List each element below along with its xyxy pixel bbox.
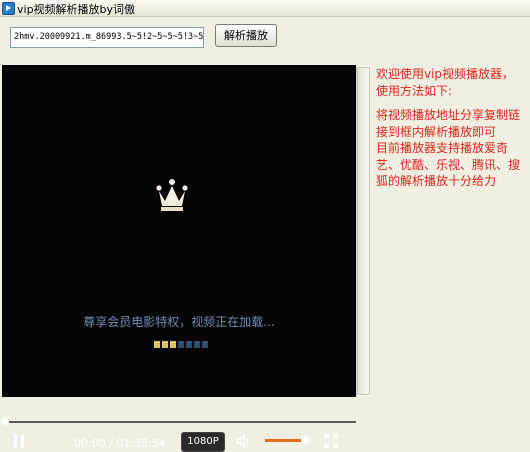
- loading-dot: [178, 341, 184, 348]
- progress-handle[interactable]: [2, 418, 9, 425]
- loading-indicator: [154, 341, 208, 349]
- progress-bar[interactable]: [4, 421, 356, 423]
- welcome-text: 欢迎使用vip视频播放器，使用方法如下:: [376, 67, 515, 98]
- current-time: 00:00: [74, 437, 106, 450]
- loading-dot: [154, 341, 160, 348]
- url-input[interactable]: 2hmv.20009921.m_86993.5~5!2~5~5~5!3~5~5~…: [10, 27, 204, 48]
- volume-handle[interactable]: [301, 436, 309, 444]
- duration: 01:35:54: [116, 437, 166, 450]
- instructions-panel: 欢迎使用vip视频播放器，使用方法如下: 将视频播放地址分享复制链接到框内解析播…: [376, 66, 522, 190]
- video-player[interactable]: 尊享会员电影特权，视频正在加载... 00:00 / 01:35:54 1080…: [2, 65, 356, 452]
- time-separator: /: [105, 437, 117, 450]
- title-bar[interactable]: vip视频解析播放by词傲: [0, 0, 530, 17]
- usage-text: 将视频播放地址分享复制链接到框内解析播放即可: [376, 108, 521, 139]
- time-display: 00:00 / 01:35:54: [74, 437, 166, 450]
- loading-dot: [170, 341, 176, 348]
- quality-button[interactable]: 1080P: [181, 432, 225, 452]
- scrollbar-thumb[interactable]: [357, 67, 370, 395]
- app-icon: [2, 2, 15, 15]
- volume-slider[interactable]: [265, 439, 305, 442]
- window-title: vip视频解析播放by词傲: [17, 3, 136, 16]
- loading-dot: [162, 341, 168, 348]
- loading-dot: [194, 341, 200, 348]
- pause-icon[interactable]: [14, 435, 24, 448]
- parse-play-button[interactable]: 解析播放: [215, 24, 277, 47]
- fullscreen-icon[interactable]: [324, 434, 338, 448]
- loading-dot: [202, 341, 208, 348]
- app-window: vip视频解析播放by词傲 2hmv.20009921.m_86993.5~5!…: [0, 0, 530, 452]
- crown-icon: [156, 179, 188, 211]
- loading-dot: [186, 341, 192, 348]
- loading-message: 尊享会员电影特权，视频正在加载...: [83, 315, 275, 329]
- support-text: 目前播放器支持播放爱奇艺、优酷、乐视、腾讯、搜狐的解析播放十分给力: [376, 141, 521, 188]
- volume-icon[interactable]: [236, 434, 252, 448]
